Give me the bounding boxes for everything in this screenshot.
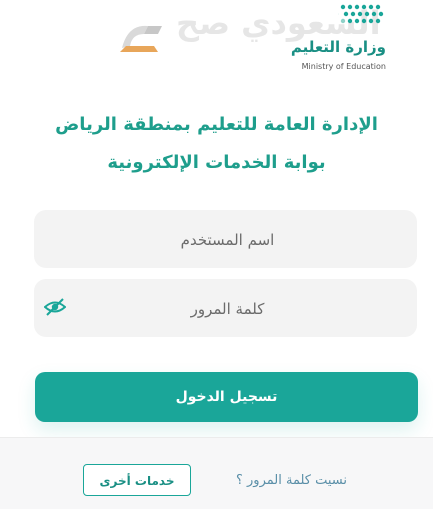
page-title: الإدارة العامة للتعليم بمنطقة الرياض <box>0 114 433 135</box>
username-input[interactable] <box>34 210 421 270</box>
password-field-container <box>34 279 417 337</box>
ministry-name-ar: وزارة التعليم <box>291 38 386 56</box>
page-subtitle: بوابة الخدمات الإلكترونية <box>0 152 433 173</box>
logo-swoosh-icon <box>118 18 178 56</box>
footer: خدمات أخرى نسيت كلمة المرور ؟ <box>0 437 433 509</box>
password-input[interactable] <box>34 279 421 339</box>
ministry-dots-icon <box>338 2 388 32</box>
ministry-name-en: Ministry of Education <box>302 62 386 71</box>
username-field-container <box>34 210 417 268</box>
header: السعودي صح وزارة التعليم Ministry of Edu… <box>0 0 433 90</box>
login-button[interactable]: تسجيل الدخول <box>35 372 418 422</box>
ministry-logo: وزارة التعليم Ministry of Education <box>290 2 390 74</box>
forgot-password-link[interactable]: نسيت كلمة المرور ؟ <box>236 473 347 488</box>
saudi-sah-logo: السعودي صح <box>118 4 318 56</box>
other-services-button[interactable]: خدمات أخرى <box>83 464 191 496</box>
eye-toggle-icon[interactable] <box>44 296 66 318</box>
